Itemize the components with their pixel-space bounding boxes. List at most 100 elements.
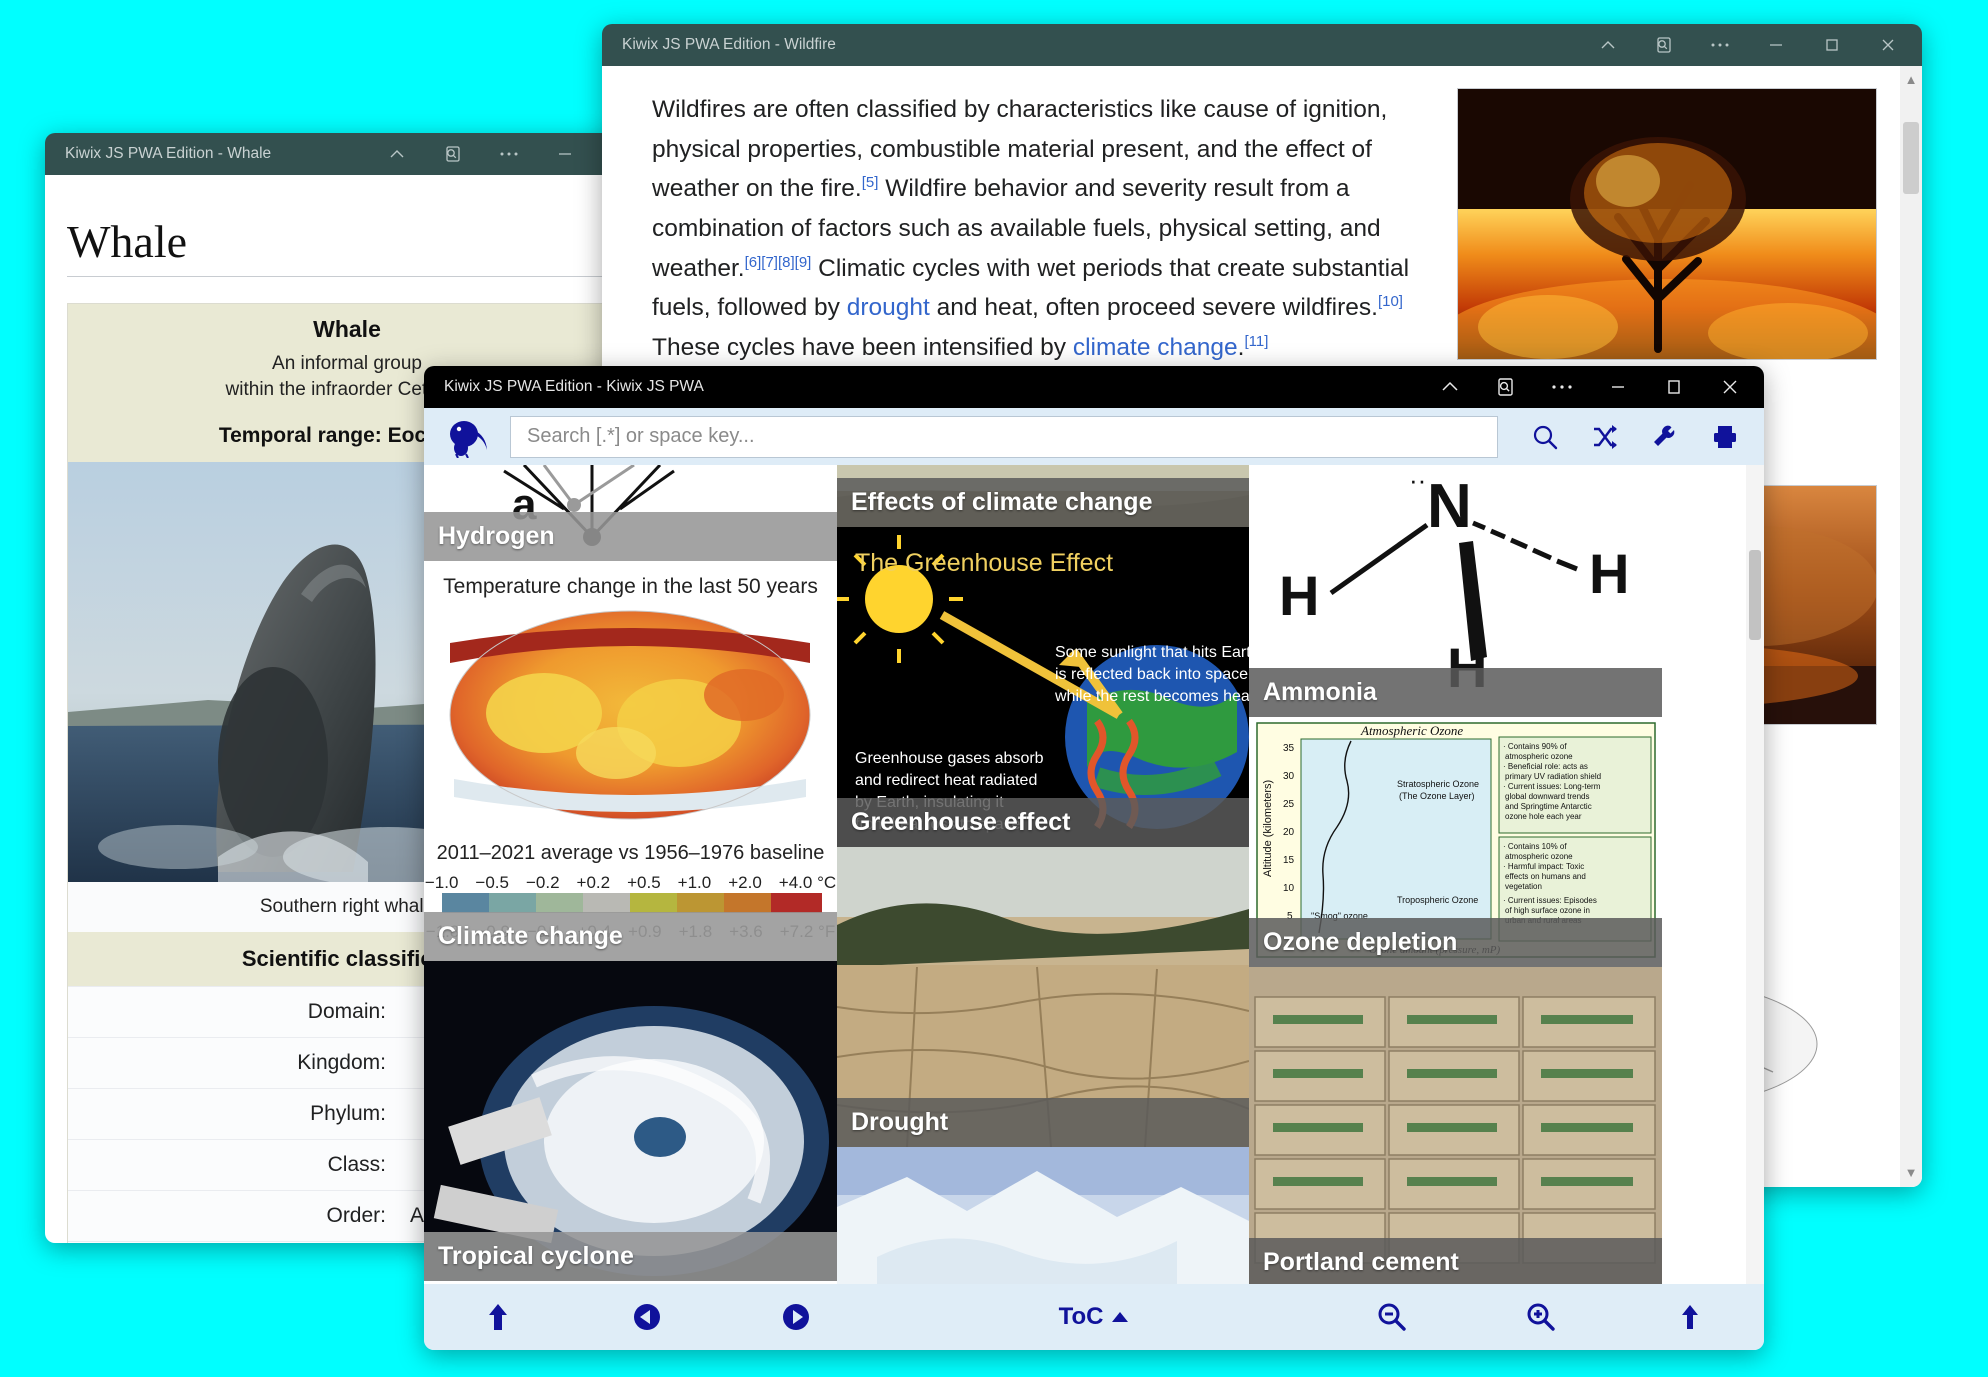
text-segment: and heat, often proceed severe wildfires… — [929, 294, 1378, 322]
tile-drought[interactable]: Drought — [837, 847, 1249, 1148]
tile-portland-cement[interactable]: Portland cement — [1249, 967, 1662, 1284]
svg-text:global downward trends: global downward trends — [1505, 792, 1590, 801]
window-title: Kiwix JS PWA Edition - Whale — [65, 145, 272, 162]
nav-button-group — [424, 1290, 871, 1344]
close-icon[interactable] — [1702, 366, 1758, 408]
scrollbar-vertical[interactable]: ▲ ▼ — [1900, 66, 1922, 1187]
search-in-page-icon[interactable] — [425, 133, 481, 175]
chevron-up-icon — [1111, 1303, 1129, 1331]
svg-text:vegetation: vegetation — [1505, 882, 1542, 891]
svg-text:atmospheric ozone: atmospheric ozone — [1505, 852, 1573, 861]
content-scrollbar[interactable] — [1746, 465, 1764, 1284]
tick-label: +2.0 — [728, 873, 762, 893]
toc-group: ToC — [871, 1303, 1318, 1331]
svg-text:Greenhouse gases absorb: Greenhouse gases absorb — [855, 750, 1044, 767]
minimize-icon[interactable] — [537, 133, 593, 175]
tile-tropical-cyclone[interactable]: Tropical cyclone — [424, 961, 837, 1282]
scroll-down-icon[interactable]: ▼ — [1903, 1163, 1919, 1183]
reference-link[interactable]: [11] — [1244, 333, 1268, 350]
zoom-in-button[interactable] — [1514, 1290, 1568, 1344]
titlebar-wildfire[interactable]: Kiwix JS PWA Edition - Wildfire — [602, 24, 1922, 66]
back-button[interactable] — [620, 1290, 674, 1344]
tile-ozone-depletion[interactable]: Atmospheric Ozone Altitude (kilometers) … — [1249, 717, 1662, 968]
scroll-top-button[interactable] — [1663, 1290, 1717, 1344]
row-key: Domain: — [307, 1000, 386, 1024]
tile-climate-change[interactable]: Temperature change in the last 50 years — [424, 561, 837, 962]
window-kiwix-js-pwa[interactable]: Kiwix JS PWA Edition - Kiwix JS PWA Sear… — [424, 366, 1764, 1350]
tile-hydrogen[interactable]: a Hydrogen — [424, 465, 837, 562]
tile-glacier[interactable] — [837, 1147, 1249, 1284]
title-divider — [67, 276, 633, 277]
window-controls — [1422, 366, 1758, 408]
titlebar-whale[interactable]: Kiwix JS PWA Edition - Whale — [45, 133, 655, 175]
window-controls — [1580, 24, 1916, 66]
tile-label: Ozone depletion — [1249, 918, 1662, 968]
svg-text:Atmospheric Ozone: Atmospheric Ozone — [1360, 723, 1463, 738]
collapse-chevron-icon[interactable] — [1580, 24, 1636, 66]
collapse-chevron-icon[interactable] — [1422, 366, 1478, 408]
svg-text:· Current issues: Long-term: · Current issues: Long-term — [1503, 782, 1601, 791]
tile-ammonia[interactable]: N ·· H H H Ammonia — [1249, 465, 1662, 718]
scrollbar-thumb[interactable] — [1903, 122, 1919, 194]
kiwix-toolbar — [424, 408, 1764, 466]
more-options-icon[interactable] — [481, 133, 537, 175]
kiwix-logo-icon[interactable] — [440, 415, 496, 459]
svg-text:and redirect heat radiated: and redirect heat radiated — [855, 772, 1037, 789]
article-grid[interactable]: a Hydrogen Temperature change in the las… — [424, 465, 1764, 1284]
configure-icon[interactable] — [1650, 422, 1680, 452]
maximize-icon[interactable] — [1804, 24, 1860, 66]
svg-text:is reflected back into space,: is reflected back into space, — [1055, 666, 1249, 683]
search-input[interactable] — [525, 424, 1483, 450]
titlebar-kiwix[interactable]: Kiwix JS PWA Edition - Kiwix JS PWA — [424, 366, 1764, 408]
print-icon[interactable] — [1710, 422, 1740, 452]
home-button[interactable] — [471, 1290, 525, 1344]
more-options-icon[interactable] — [1692, 24, 1748, 66]
zoom-button-group — [1317, 1290, 1764, 1344]
grid-column-2: Effects of climate change The Greenhouse… — [837, 465, 1249, 1284]
reference-link[interactable]: [5] — [862, 174, 879, 191]
svg-text:10: 10 — [1283, 883, 1295, 894]
scroll-up-icon[interactable]: ▲ — [1903, 70, 1919, 90]
search-in-page-icon[interactable] — [1636, 24, 1692, 66]
chart-title: Temperature change in the last 50 years — [443, 575, 818, 599]
reference-link[interactable]: [6][7][8][9] — [745, 254, 812, 271]
tile-effects-of-climate-change[interactable]: Effects of climate change — [837, 465, 1249, 528]
toc-button[interactable]: ToC — [1059, 1303, 1130, 1331]
svg-text:· Beneficial role: acts as: · Beneficial role: acts as — [1503, 762, 1588, 771]
wiki-link-drought[interactable]: drought — [847, 294, 930, 321]
search-in-page-icon[interactable] — [1478, 366, 1534, 408]
wiki-link-climate-change[interactable]: climate change — [1073, 334, 1238, 361]
svg-text:Tropospheric Ozone: Tropospheric Ozone — [1397, 895, 1478, 905]
tile-label: Effects of climate change — [837, 478, 1249, 528]
search-input-wrapper[interactable] — [510, 415, 1498, 458]
collapse-chevron-icon[interactable] — [369, 133, 425, 175]
svg-text:atmospheric ozone: atmospheric ozone — [1505, 752, 1573, 761]
kiwix-bottom-toolbar: ToC — [424, 1283, 1764, 1350]
window-title: Kiwix JS PWA Edition - Wildfire — [622, 36, 836, 53]
svg-text:effects on humans and: effects on humans and — [1505, 872, 1586, 881]
content-scrollbar-thumb[interactable] — [1749, 550, 1761, 641]
random-article-icon[interactable] — [1590, 422, 1620, 452]
more-options-icon[interactable] — [1534, 366, 1590, 408]
kiwix-body: a Hydrogen Temperature change in the las… — [424, 408, 1764, 1350]
svg-text:and Springtime Antarctic: and Springtime Antarctic — [1505, 802, 1592, 811]
svg-text:· Contains 90% of: · Contains 90% of — [1503, 742, 1567, 751]
reference-link[interactable]: [10] — [1378, 293, 1403, 310]
kiwi-bird-icon — [450, 420, 487, 458]
forward-button[interactable] — [769, 1290, 823, 1344]
zoom-out-button[interactable] — [1365, 1290, 1419, 1344]
minimize-icon[interactable] — [1748, 24, 1804, 66]
text-segment: These cycles have been intensified by — [652, 334, 1073, 362]
tile-label: Drought — [837, 1098, 1249, 1148]
tile-label: Climate change — [424, 912, 837, 962]
toolbar-icons — [1512, 422, 1748, 452]
toc-label: ToC — [1058, 1302, 1104, 1330]
maximize-icon[interactable] — [1646, 366, 1702, 408]
search-icon[interactable] — [1530, 422, 1560, 452]
row-key: Phylum: — [310, 1102, 386, 1126]
color-scale-bar — [442, 893, 822, 914]
minimize-icon[interactable] — [1590, 366, 1646, 408]
close-icon[interactable] — [1860, 24, 1916, 66]
tile-greenhouse-effect[interactable]: The Greenhouse Effect Some sunlight that… — [837, 527, 1249, 848]
tick-label: +1.0 — [677, 873, 712, 893]
